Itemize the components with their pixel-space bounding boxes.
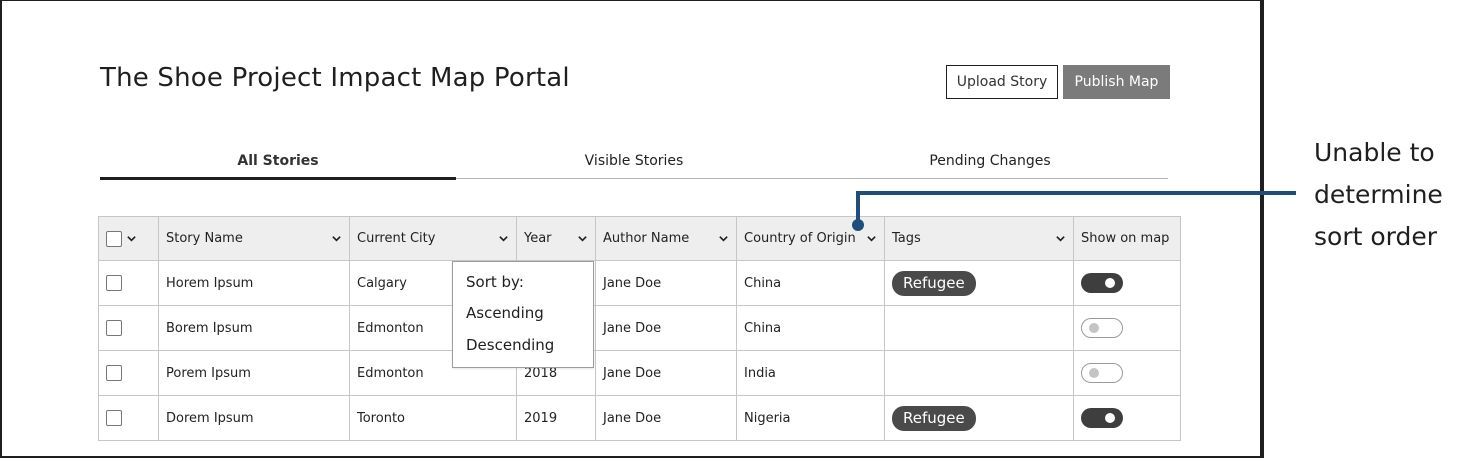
callout-dot	[852, 219, 864, 231]
annotation-line: determine	[1314, 180, 1443, 209]
callout-line	[856, 191, 1296, 224]
callout-connector	[852, 191, 1296, 231]
annotation-line: sort order	[1314, 222, 1438, 251]
annotation-line: Unable to	[1314, 138, 1435, 167]
annotation-note: Unable to determine sort order	[1314, 132, 1443, 258]
